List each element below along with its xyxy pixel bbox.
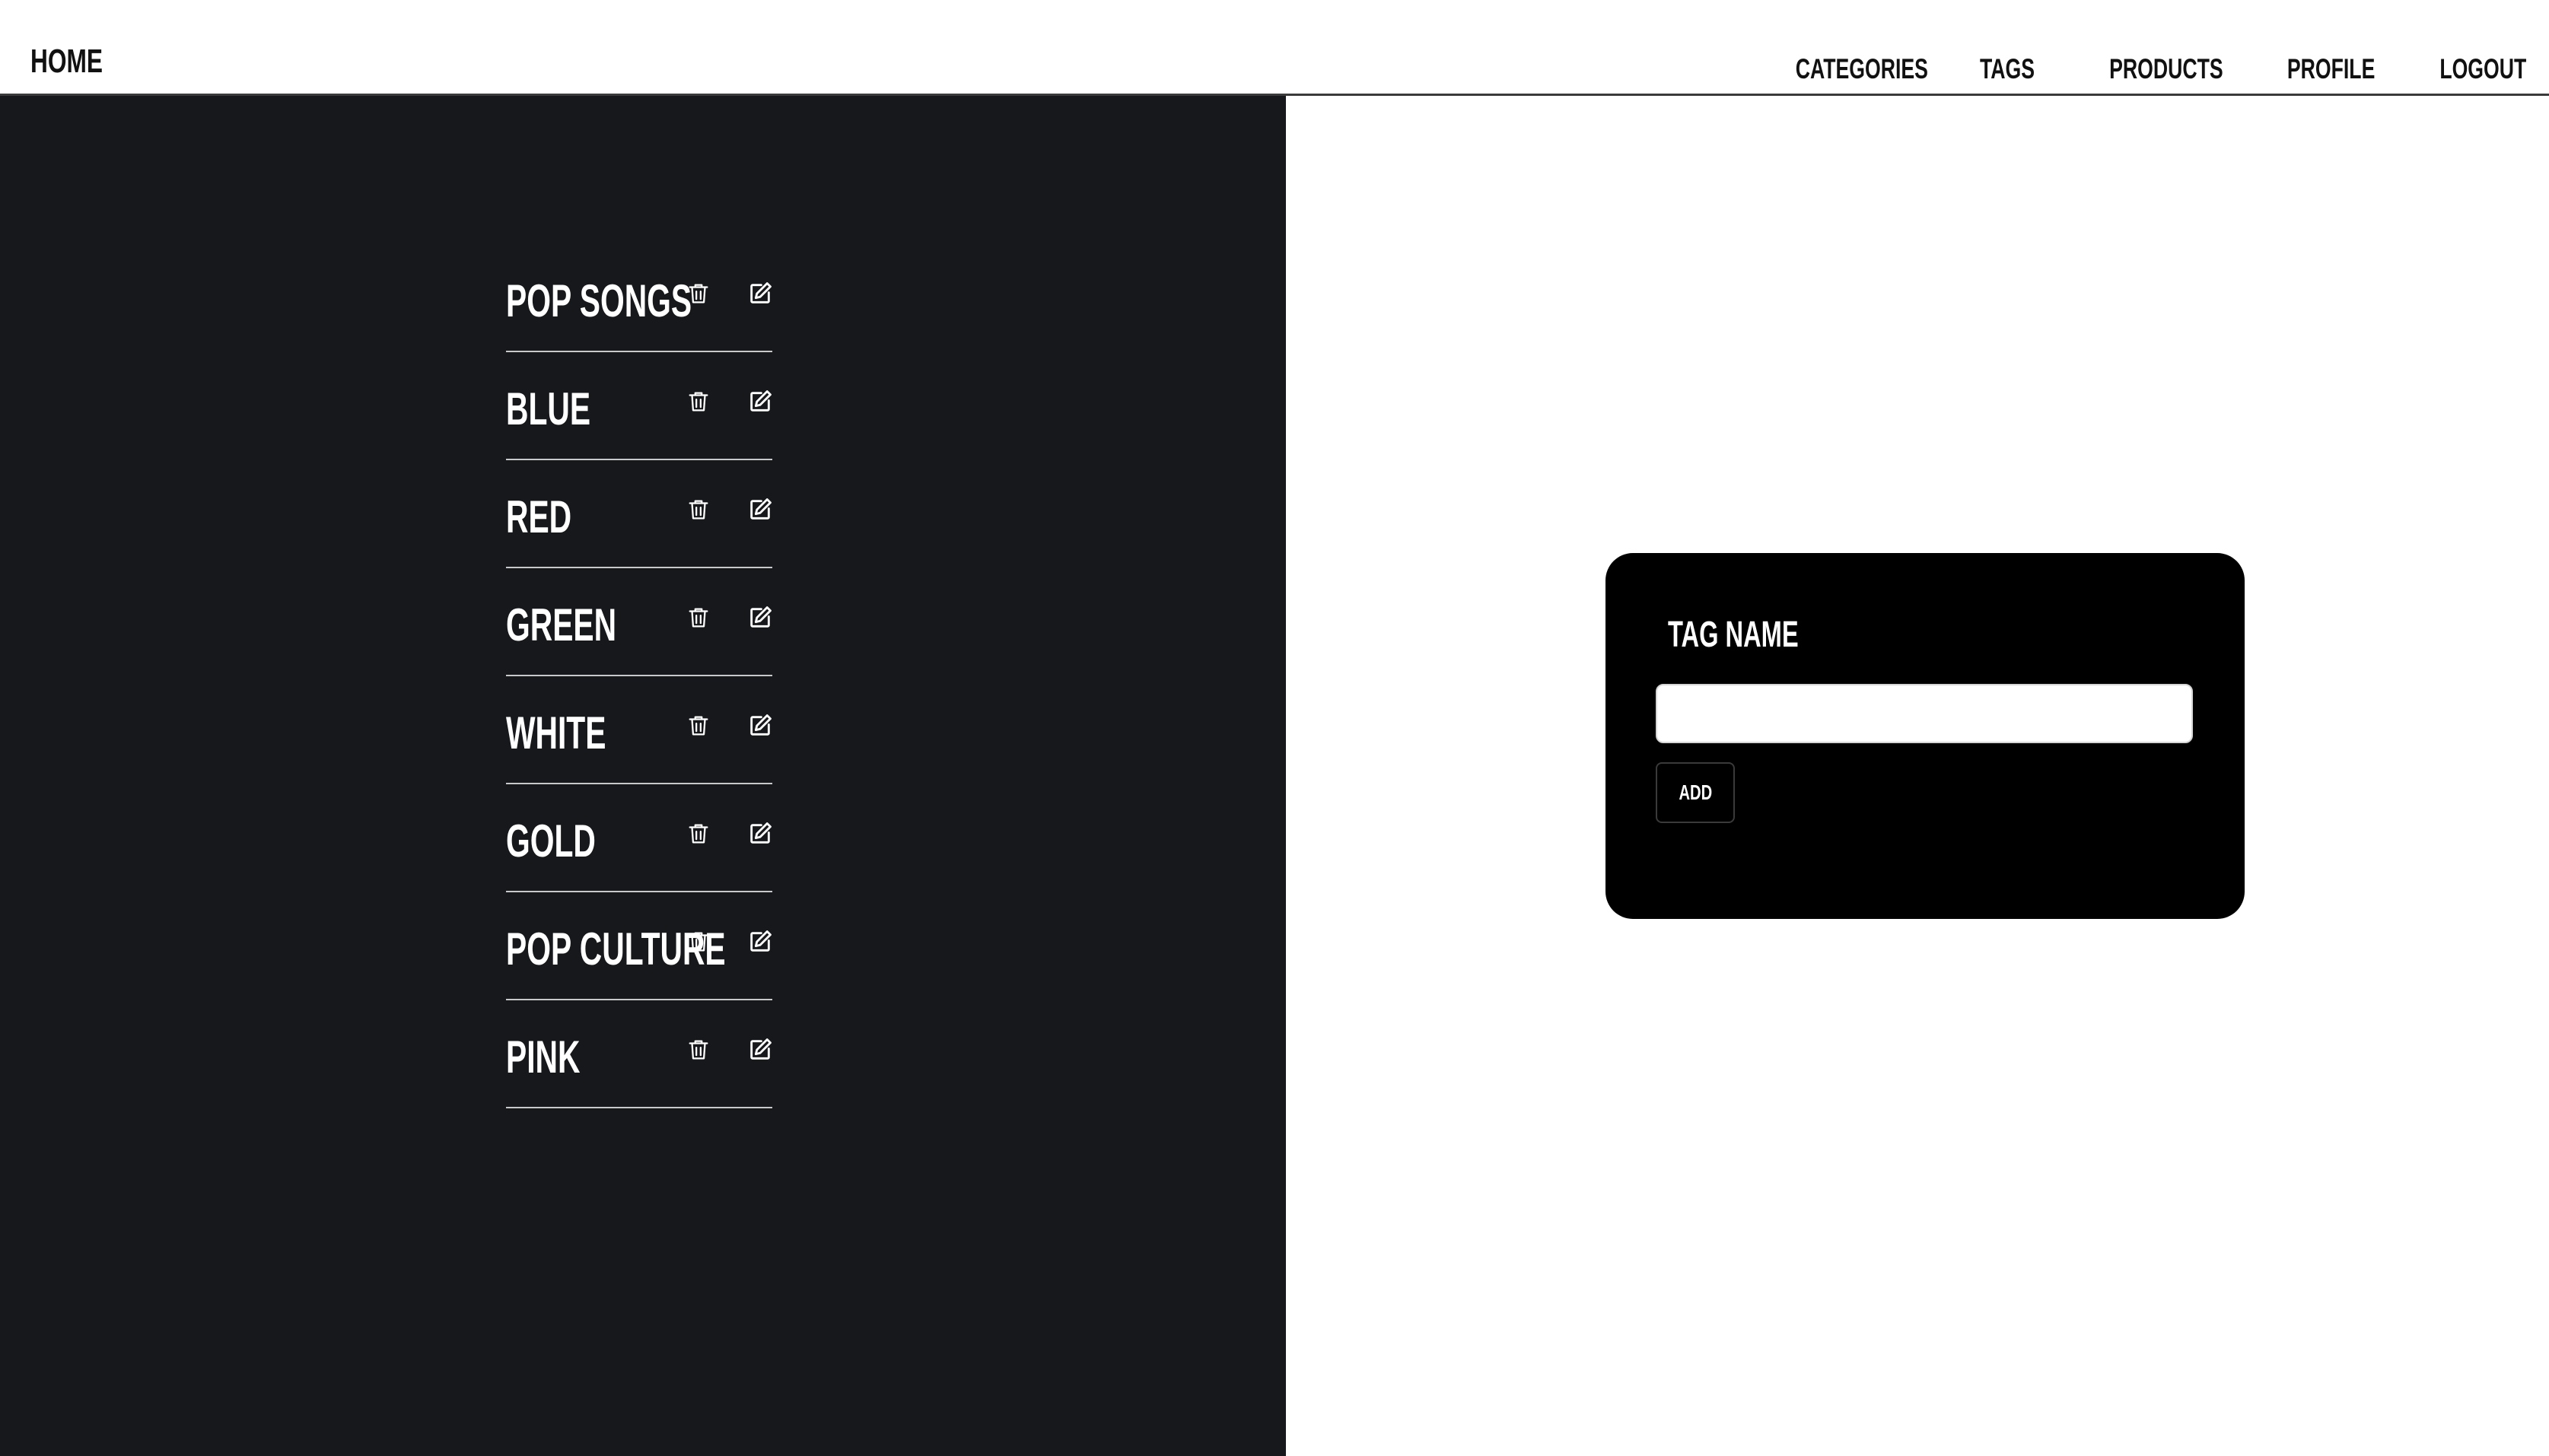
add-tag-form: TAG NAME ADD [1605,553,2245,919]
trash-icon[interactable] [686,821,711,847]
tag-row: POP CULTURE [506,892,772,1000]
tag-name: GREEN [506,599,617,650]
tag-name: BLUE [506,383,591,434]
tag-name: WHITE [506,707,606,758]
edit-icon[interactable] [747,281,773,307]
edit-icon[interactable] [747,1037,773,1063]
nav-slot: TAGS [1959,53,2035,85]
nav-slot: LOGOUT [2406,53,2526,85]
trash-icon[interactable] [686,929,711,955]
tag-list-panel: POP SONGS BLUE RED GREEN WHITE GOLD POP CULTUR… [0,96,1286,1456]
nav-profile-link[interactable]: PROFILE [2287,53,2375,85]
add-tag-button[interactable]: ADD [1656,762,1735,823]
tag-name-label: TAG NAME [1668,615,1799,655]
add-button-label: ADD [1679,780,1712,804]
tag-list: POP SONGS BLUE RED GREEN WHITE GOLD POP CULTUR… [506,244,772,1108]
tag-row: GOLD [506,784,772,892]
home-link[interactable]: HOME [30,43,103,81]
trash-icon[interactable] [686,497,711,523]
nav-products-link[interactable]: PRODUCTS [2109,53,2223,85]
nav-slot: PRODUCTS [2065,53,2223,85]
edit-icon[interactable] [747,497,773,523]
trash-icon[interactable] [686,389,711,415]
nav-slot: PROFILE [2253,53,2375,85]
main-nav: CATEGORIES TAGS PRODUCTS PROFILE LOGOUT [1714,53,2526,85]
edit-icon[interactable] [747,713,773,739]
tag-name: PINK [506,1032,581,1082]
tag-row: BLUE [506,352,772,460]
nav-logout-link[interactable]: LOGOUT [2439,53,2526,85]
tag-name: RED [506,491,572,542]
tag-row: WHITE [506,676,772,784]
nav-tags-link[interactable]: TAGS [1980,53,2035,85]
trash-icon[interactable] [686,605,711,631]
edit-icon[interactable] [747,389,773,415]
tag-name: POP SONGS [506,275,692,326]
tag-row: POP SONGS [506,244,772,352]
top-navbar: HOME CATEGORIES TAGS PRODUCTS PROFILE LO… [0,0,2549,96]
tag-row: RED [506,460,772,568]
tag-row: PINK [506,1000,772,1108]
edit-icon[interactable] [747,605,773,631]
trash-icon[interactable] [686,1037,711,1063]
trash-icon[interactable] [686,281,711,307]
tag-name: GOLD [506,815,596,866]
tag-row: GREEN [506,568,772,676]
edit-icon[interactable] [747,821,773,847]
nav-categories-link[interactable]: CATEGORIES [1796,53,1928,85]
tag-name-input[interactable] [1656,684,2193,743]
edit-icon[interactable] [747,929,773,955]
nav-slot: CATEGORIES [1744,53,1928,85]
trash-icon[interactable] [686,713,711,739]
